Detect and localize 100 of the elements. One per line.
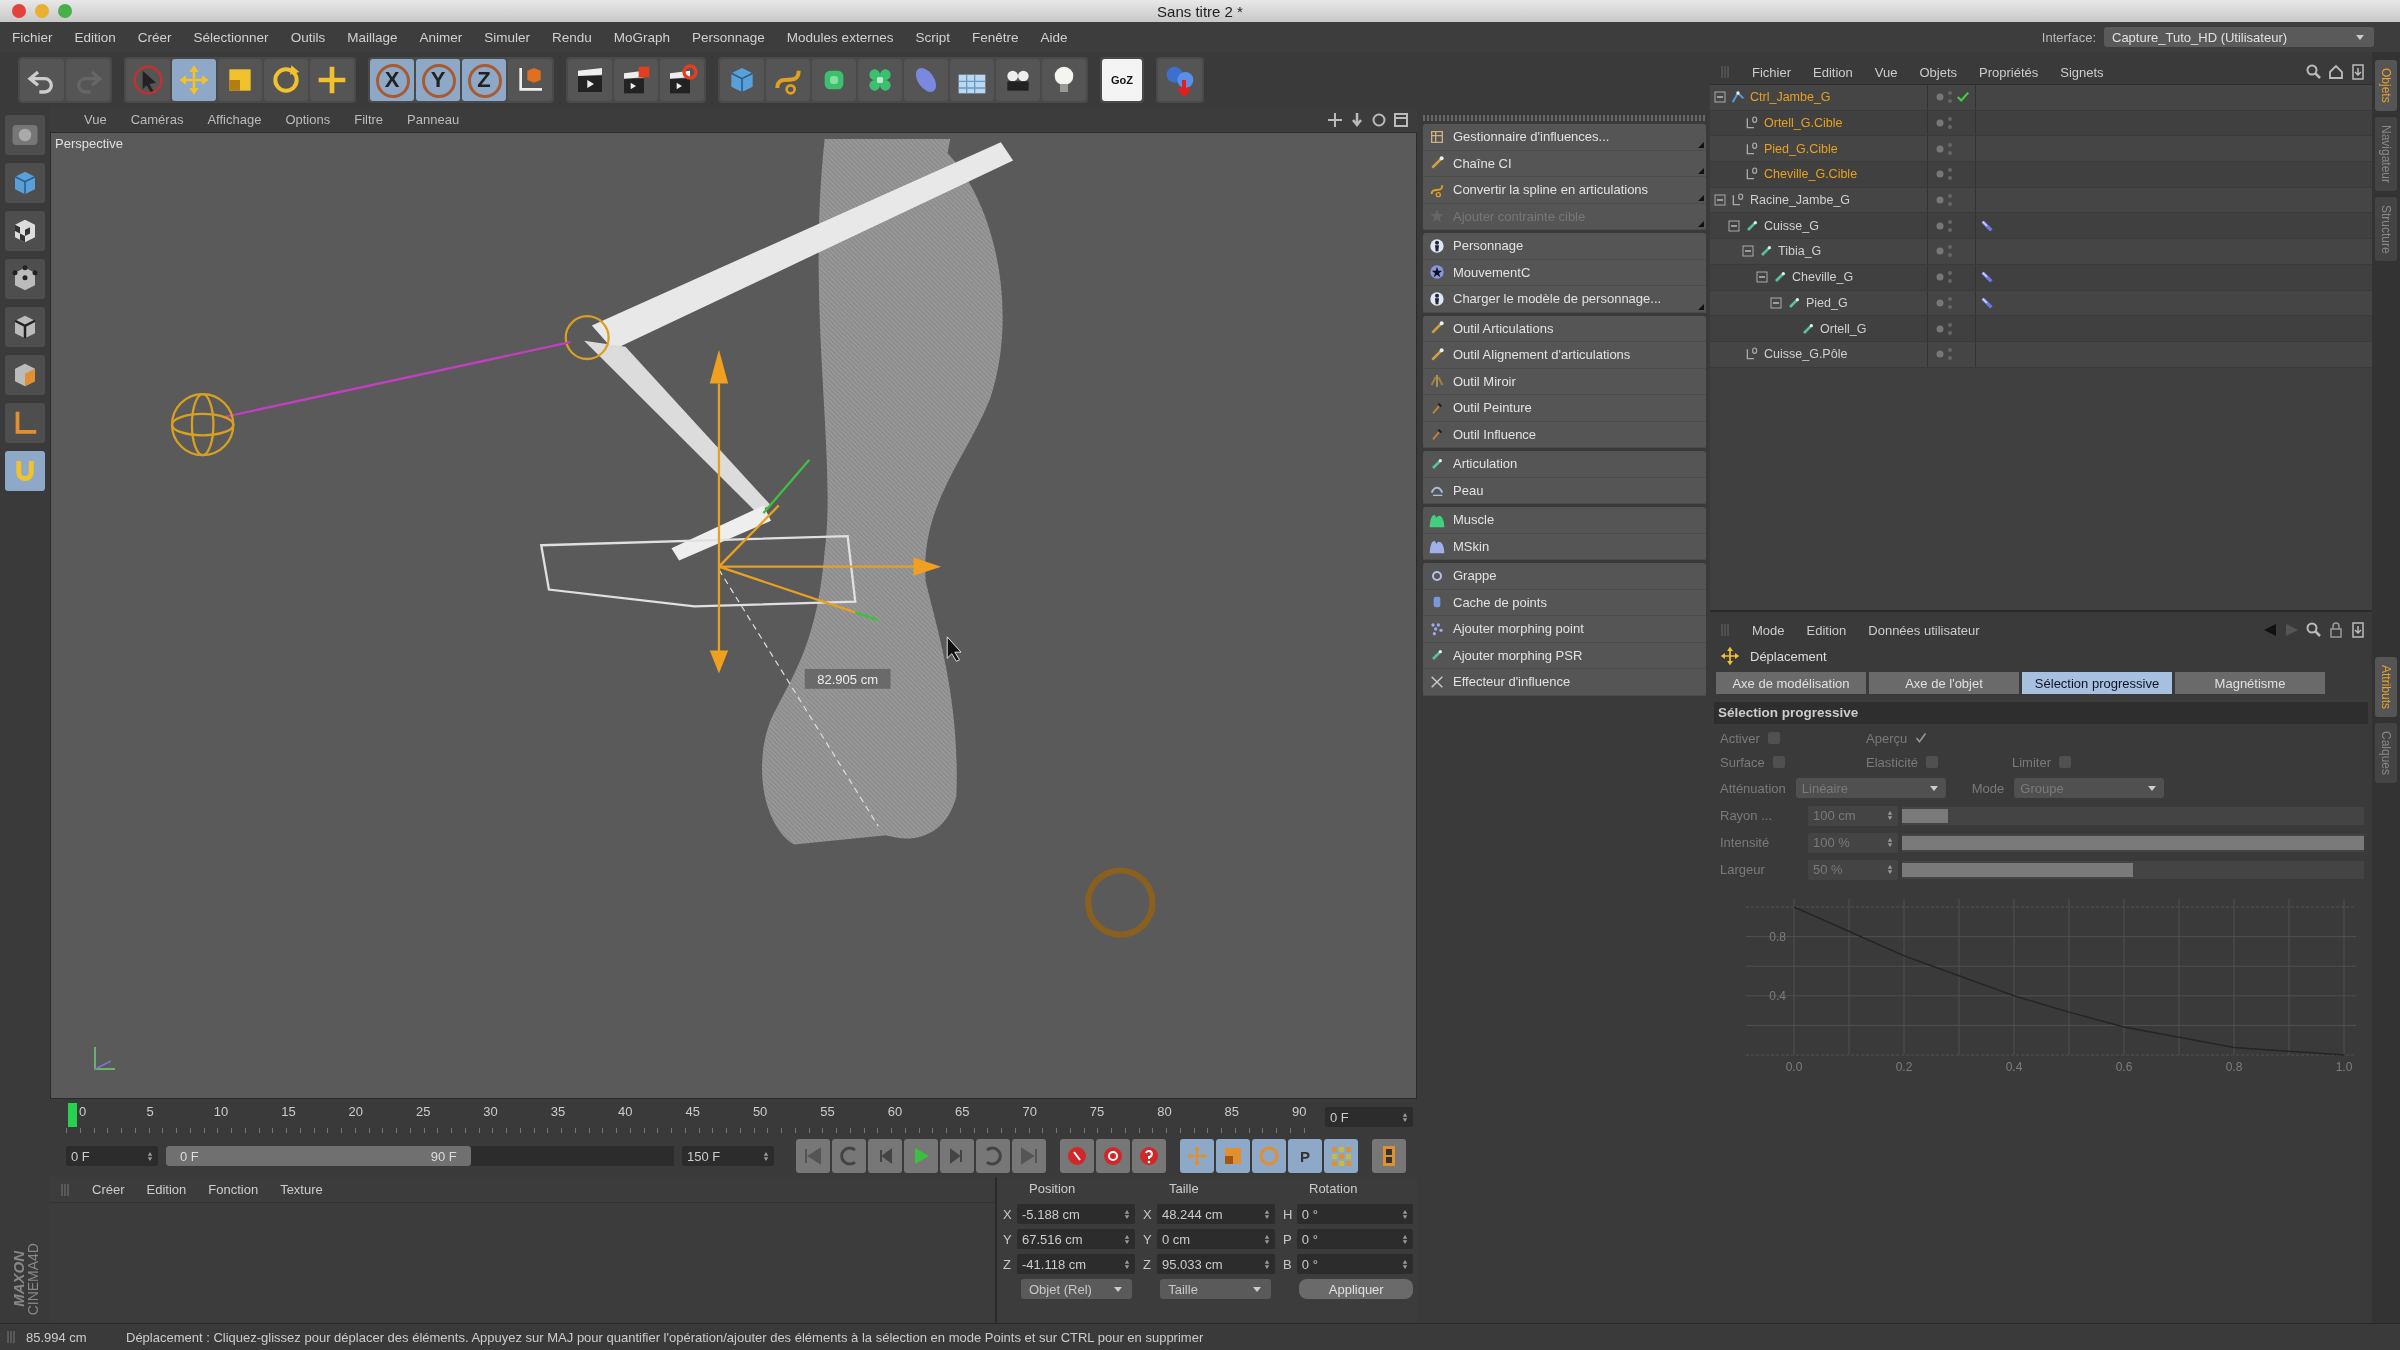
menu-item[interactable]: Effecteur d'influence: [1423, 669, 1706, 696]
interface-dropdown[interactable]: Capture_Tuto_HD (Utilisateur): [2104, 27, 2374, 47]
menu-item[interactable]: Fichier: [12, 29, 53, 45]
object-row[interactable]: Ortell_G: [1710, 316, 2372, 342]
object-row[interactable]: Cuisse_G.Pôle: [1710, 341, 2372, 368]
object-name[interactable]: Ortell_G.Cible: [1764, 116, 1843, 131]
start-frame-field[interactable]: 0 F: [66, 1146, 158, 1166]
menu-item[interactable]: Edition: [1813, 64, 1853, 80]
menu-item[interactable]: MoGraph: [613, 29, 671, 45]
toolbar-button[interactable]: [568, 58, 612, 101]
menu-item[interactable]: Outil Miroir: [1423, 368, 1706, 395]
playback-button[interactable]: [832, 1139, 866, 1173]
menu-item[interactable]: Créer: [137, 29, 172, 45]
menu-item[interactable]: Peau: [1423, 477, 1706, 504]
axis-lock-button[interactable]: X: [370, 58, 414, 101]
playback-button[interactable]: [1372, 1139, 1406, 1173]
axis-lock-button[interactable]: Z: [462, 58, 506, 101]
coordinate-field[interactable]: 0 cm: [1157, 1229, 1275, 1249]
menu-item[interactable]: Outil Articulations: [1423, 315, 1706, 342]
object-row[interactable]: Cheville_G.Cible: [1710, 162, 2372, 188]
playback-button[interactable]: [1216, 1139, 1250, 1173]
side-tab[interactable]: Attributs: [2375, 656, 2397, 717]
menu-item[interactable]: Mode: [1752, 622, 1785, 638]
tab[interactable]: Sélection progressive: [2022, 672, 2172, 694]
menu-item[interactable]: MSkin: [1423, 533, 1706, 560]
object-name[interactable]: Ctrl_Jambe_G: [1750, 90, 1831, 105]
menu-item[interactable]: Ajouter morphing PSR: [1423, 642, 1706, 669]
menu-item[interactable]: Edition: [74, 29, 116, 45]
menu-item[interactable]: Script: [915, 29, 950, 45]
menu-item[interactable]: Fichier: [1752, 64, 1791, 80]
coordinate-field[interactable]: 0 °: [1296, 1204, 1413, 1224]
menu-item[interactable]: Rendu: [551, 29, 592, 45]
menu-item[interactable]: Sélectionner: [193, 29, 269, 45]
menu-item[interactable]: Outils: [290, 29, 326, 45]
object-name[interactable]: Cheville_G: [1792, 270, 1854, 285]
menu-item[interactable]: Grappe: [1423, 563, 1706, 590]
menu-item[interactable]: Gestionnaire d'influences...: [1423, 124, 1706, 151]
frame-field[interactable]: 0 F: [1325, 1107, 1413, 1127]
playback-button[interactable]: [976, 1139, 1010, 1173]
coordinate-field[interactable]: -41.118 cm: [1017, 1254, 1135, 1274]
apply-button[interactable]: Appliquer: [1299, 1279, 1413, 1299]
tab[interactable]: Axe de l'objet: [1869, 672, 2019, 694]
coordinate-field[interactable]: 0 °: [1296, 1254, 1413, 1274]
menu-item[interactable]: Vue: [1874, 64, 1898, 80]
menu-item[interactable]: Maillage: [347, 29, 398, 45]
menu-item[interactable]: Filtre: [354, 112, 384, 127]
coordinate-field[interactable]: 67.516 cm: [1017, 1229, 1135, 1249]
playback-button[interactable]: [1096, 1139, 1130, 1173]
menu-item[interactable]: Données utilisateur: [1868, 622, 1980, 638]
axis-lock-button[interactable]: Y: [416, 58, 460, 101]
menu-item[interactable]: Aide: [1040, 29, 1068, 45]
menu-item[interactable]: Objets: [1919, 64, 1957, 80]
mode-button[interactable]: [5, 355, 45, 395]
menu-item[interactable]: Simuler: [484, 29, 530, 45]
menu-item[interactable]: Affichage: [207, 112, 262, 127]
toolbar-button[interactable]: [508, 58, 552, 101]
toolbar-button[interactable]: [996, 58, 1040, 101]
menu-item[interactable]: Fenêtre: [971, 29, 1019, 45]
object-row[interactable]: Ctrl_Jambe_G: [1710, 85, 2372, 111]
coordinate-field[interactable]: -5.188 cm: [1017, 1204, 1135, 1224]
menu-item[interactable]: Personnage: [692, 29, 765, 45]
object-row[interactable]: Pied_G.Cible: [1710, 136, 2372, 163]
playback-button[interactable]: [940, 1139, 974, 1173]
menu-item[interactable]: Animer: [419, 29, 463, 45]
object-name[interactable]: Cheville_G.Cible: [1764, 167, 1858, 182]
tab[interactable]: Axe de modélisation: [1716, 672, 1866, 694]
range-bar[interactable]: 0 F 90 F: [166, 1146, 471, 1166]
menu-item[interactable]: Propriétés: [1979, 64, 2039, 80]
dropdown[interactable]: Taille: [1160, 1279, 1272, 1299]
zoom-button[interactable]: [58, 4, 72, 18]
side-tab[interactable]: Objets: [2375, 60, 2397, 111]
menu-item[interactable]: Outil Alignement d'articulations: [1423, 342, 1706, 369]
menu-item[interactable]: Panneau: [407, 112, 460, 127]
object-name[interactable]: Cuisse_G: [1764, 218, 1819, 233]
menu-item[interactable]: Fonction: [208, 1182, 259, 1197]
menu-item[interactable]: Muscle: [1423, 507, 1706, 534]
playback-button[interactable]: P: [1288, 1139, 1322, 1173]
object-name[interactable]: Pied_G: [1806, 295, 1848, 310]
object-name[interactable]: Tibia_G: [1778, 244, 1822, 259]
menu-item[interactable]: Edition: [1806, 622, 1847, 638]
close-button[interactable]: [12, 4, 26, 18]
menu-item[interactable]: MouvementC: [1423, 259, 1706, 286]
mode-button[interactable]: [5, 211, 45, 251]
menu-item[interactable]: Créer: [92, 1182, 125, 1197]
menu-item[interactable]: Modules externes: [786, 29, 894, 45]
menu-item[interactable]: Articulation: [1423, 451, 1706, 478]
tab[interactable]: Magnétisme: [2175, 672, 2325, 694]
menu-item[interactable]: Outil Influence: [1423, 421, 1706, 448]
menu-item[interactable]: Edition: [146, 1182, 187, 1197]
coordinate-field[interactable]: 0 °: [1296, 1229, 1413, 1249]
object-name[interactable]: Ortell_G: [1820, 321, 1867, 336]
toolbar-button[interactable]: [1042, 58, 1086, 101]
coordinate-field[interactable]: 95.033 cm: [1157, 1254, 1275, 1274]
toolbar-button[interactable]: [614, 58, 658, 101]
menu-item[interactable]: Charger le modèle de personnage...: [1423, 286, 1706, 313]
toolbar-button[interactable]: [660, 58, 704, 101]
mode-button[interactable]: [5, 307, 45, 347]
menu-item[interactable]: Outil Peinture: [1423, 395, 1706, 422]
toolbar-button[interactable]: GoZ: [1102, 58, 1142, 101]
range-slider[interactable]: 0 F 90 F: [166, 1146, 674, 1166]
